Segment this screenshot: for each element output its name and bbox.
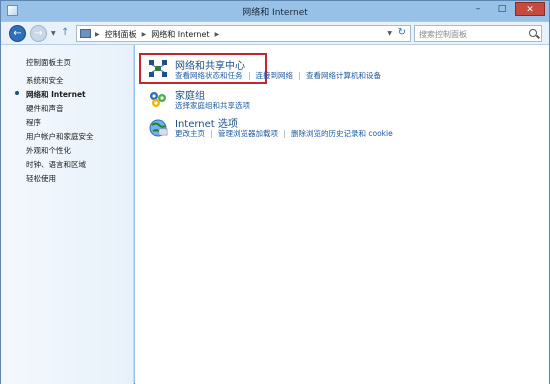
internet-options-links: 更改主页 管理浏览器加载项 删除浏览的历史记录和 cookie xyxy=(175,128,393,139)
sidebar-item-hardware-sound[interactable]: 硬件和声音 xyxy=(26,103,64,114)
sidebar-item-appearance[interactable]: 外观和个性化 xyxy=(26,145,71,156)
sidebar-item-programs[interactable]: 程序 xyxy=(26,117,41,128)
back-button[interactable]: ← xyxy=(9,25,26,42)
search-icon[interactable] xyxy=(529,29,537,37)
control-panel-window: 网络和 Internet – □ ✕ ← → ▼ ↑ ▶ 控制面板 ▶ 网络和 … xyxy=(0,0,550,384)
link-divider xyxy=(211,129,212,138)
sidebar-item-network-internet[interactable]: 网络和 Internet xyxy=(26,89,86,100)
address-dropdown[interactable]: ▼ xyxy=(387,30,392,37)
up-button[interactable]: ↑ xyxy=(61,27,69,38)
view-network-status-link[interactable]: 查看网络状态和任务 xyxy=(175,70,243,81)
sidebar-item-ease-of-access[interactable]: 轻松使用 xyxy=(26,173,56,184)
breadcrumb-separator[interactable]: ▶ xyxy=(142,31,147,38)
close-button[interactable]: ✕ xyxy=(515,2,545,16)
navigation-bar: ← → ▼ ↑ ▶ 控制面板 ▶ 网络和 Internet ▶ ▼ ↻ 搜索控制… xyxy=(1,21,549,45)
search-input[interactable]: 搜索控制面板 xyxy=(414,25,542,42)
view-network-computers-link[interactable]: 查看网络计算机和设备 xyxy=(306,70,381,81)
sidebar-item-clock-language[interactable]: 时钟、语言和区域 xyxy=(26,159,86,170)
breadcrumb-separator[interactable]: ▶ xyxy=(215,31,220,38)
maximize-button[interactable]: □ xyxy=(491,2,513,16)
link-divider xyxy=(284,129,285,138)
sidebar-item-system-security[interactable]: 系统和安全 xyxy=(26,75,64,86)
link-divider xyxy=(299,71,300,80)
sidebar: 控制面板主页 系统和安全 网络和 Internet 硬件和声音 程序 用户帐户和… xyxy=(1,45,134,384)
network-sharing-center-links: 查看网络状态和任务 连接到网络 查看网络计算机和设备 xyxy=(175,70,381,81)
internet-options-icon[interactable] xyxy=(147,117,169,137)
caption-buttons: – □ ✕ xyxy=(465,2,545,16)
current-page-bullet xyxy=(15,91,19,95)
sidebar-item-home[interactable]: 控制面板主页 xyxy=(26,57,71,68)
homegroup-icon[interactable] xyxy=(147,89,169,109)
breadcrumb-control-panel[interactable]: 控制面板 xyxy=(105,29,137,40)
homegroup-links: 选择家庭组和共享选项 xyxy=(175,100,250,111)
change-homepage-link[interactable]: 更改主页 xyxy=(175,128,205,139)
refresh-icon[interactable]: ↻ xyxy=(398,27,406,38)
breadcrumb: ▶ 控制面板 ▶ 网络和 Internet ▶ xyxy=(95,29,219,40)
main-content: 网络和共享中心 查看网络状态和任务 连接到网络 查看网络计算机和设备 家庭组 选… xyxy=(135,45,549,384)
control-panel-icon xyxy=(80,29,91,38)
link-divider xyxy=(248,71,250,80)
minimize-button[interactable]: – xyxy=(467,2,489,16)
delete-history-link[interactable]: 删除浏览的历史记录和 cookie xyxy=(291,128,393,139)
network-sharing-center-icon[interactable] xyxy=(147,59,169,79)
sidebar-item-user-accounts[interactable]: 用户帐户和家庭安全 xyxy=(26,131,94,142)
recent-pages-dropdown[interactable]: ▼ xyxy=(51,30,56,37)
forward-button[interactable]: → xyxy=(30,25,47,42)
connect-to-network-link[interactable]: 连接到网络 xyxy=(256,70,294,81)
breadcrumb-separator[interactable]: ▶ xyxy=(95,31,100,38)
breadcrumb-network-internet[interactable]: 网络和 Internet xyxy=(151,29,209,40)
address-bar[interactable]: ▶ 控制面板 ▶ 网络和 Internet ▶ ▼ ↻ xyxy=(76,25,411,42)
homegroup-sharing-options-link[interactable]: 选择家庭组和共享选项 xyxy=(175,100,250,111)
title-bar[interactable]: 网络和 Internet – □ ✕ xyxy=(1,1,549,21)
manage-addons-link[interactable]: 管理浏览器加载项 xyxy=(218,128,278,139)
search-placeholder: 搜索控制面板 xyxy=(419,30,467,39)
